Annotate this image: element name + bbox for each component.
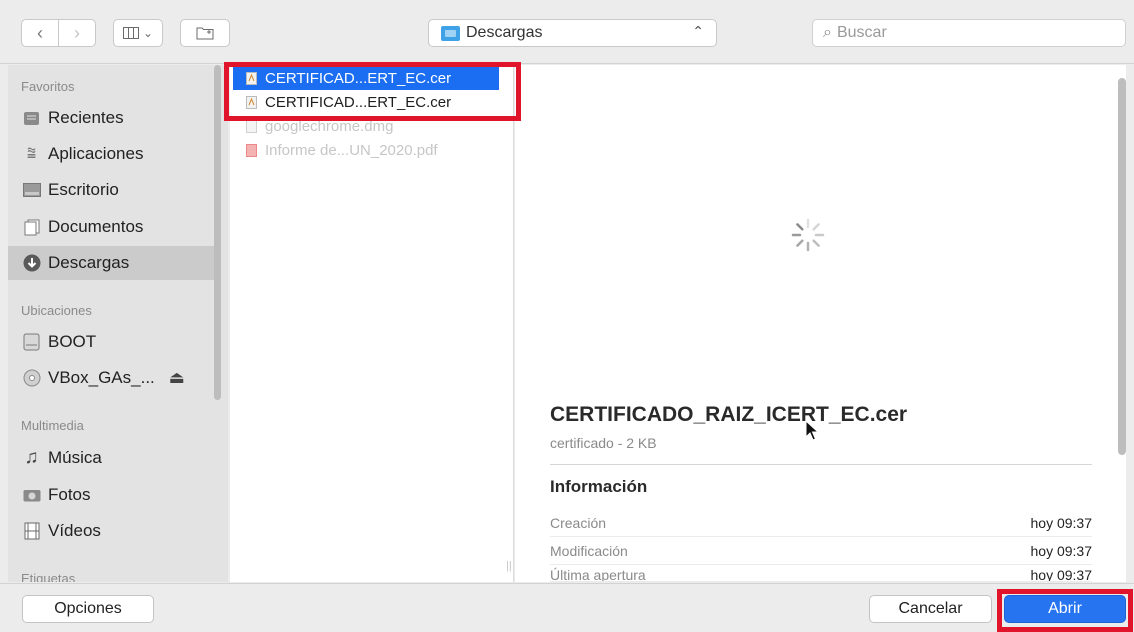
toolbar: ‹ › ⌄ Descargas ⌃ ⌕ Buscar bbox=[0, 0, 1134, 64]
file-column: CERTIFICAD...ERT_EC.cer CERTIFICAD...ERT… bbox=[230, 65, 514, 582]
sidebar-item-musica[interactable]: ♫ Música bbox=[21, 441, 217, 475]
certificate-file-icon bbox=[245, 96, 257, 110]
sidebar-item-label: Recientes bbox=[48, 108, 124, 127]
info-value: hoy 09:37 bbox=[1030, 514, 1093, 531]
file-name: googlechrome.dmg bbox=[265, 118, 394, 135]
view-mode-button[interactable]: ⌄ bbox=[113, 19, 163, 47]
loading-spinner-icon bbox=[791, 218, 825, 252]
info-value: hoy 09:37 bbox=[1030, 542, 1093, 559]
applications-icon: ⩰ bbox=[26, 145, 37, 162]
disk-image-file-icon bbox=[245, 120, 257, 134]
file-row: googlechrome.dmg bbox=[233, 115, 499, 138]
sidebar-section-ubicaciones: Ubicaciones bbox=[21, 303, 92, 318]
search-icon: ⌕ bbox=[823, 24, 832, 41]
file-row[interactable]: CERTIFICAD...ERT_EC.cer bbox=[233, 67, 499, 90]
sidebar-item-label: BOOT bbox=[48, 332, 97, 351]
sidebar-item-videos[interactable]: Vídeos bbox=[21, 514, 217, 548]
sidebar-item-label: Escritorio bbox=[48, 180, 119, 199]
sidebar-item-recientes[interactable]: Recientes bbox=[21, 101, 217, 135]
file-row[interactable]: CERTIFICAD...ERT_EC.cer bbox=[233, 91, 499, 114]
preview-pane: CERTIFICADO_RAIZ_ICERT_EC.cer certificad… bbox=[515, 65, 1126, 582]
sidebar-item-documentos[interactable]: Documentos bbox=[21, 210, 217, 244]
desktop-icon bbox=[21, 181, 42, 199]
preview-filename: CERTIFICADO_RAIZ_ICERT_EC.cer bbox=[550, 403, 908, 426]
back-button[interactable]: ‹ bbox=[22, 20, 58, 46]
options-button[interactable]: Opciones bbox=[22, 595, 154, 623]
folder-icon bbox=[441, 25, 460, 41]
pdf-file-icon bbox=[245, 144, 257, 158]
sidebar-item-escritorio[interactable]: Escritorio bbox=[21, 173, 217, 207]
sidebar-item-descargas[interactable]: Descargas bbox=[8, 246, 214, 280]
sidebar-item-fotos[interactable]: Fotos bbox=[21, 478, 217, 512]
file-name: Informe de...UN_2020.pdf bbox=[265, 142, 438, 159]
disk-icon bbox=[21, 333, 42, 351]
column-resize-handle[interactable]: || bbox=[506, 560, 512, 572]
location-popup[interactable]: Descargas ⌃ bbox=[428, 19, 717, 47]
info-row: Última apertura hoy 09:37 bbox=[550, 565, 1092, 582]
sidebar-item-label: Fotos bbox=[48, 485, 91, 504]
file-name: CERTIFICAD...ERT_EC.cer bbox=[265, 70, 452, 87]
sidebar-item-label: Aplicaciones bbox=[48, 144, 144, 163]
cd-icon bbox=[21, 369, 42, 387]
info-key: Última apertura bbox=[550, 567, 646, 582]
chevron-down-icon: ⌄ bbox=[142, 26, 154, 40]
chevron-left-icon: ‹ bbox=[37, 22, 43, 43]
new-folder-icon bbox=[196, 27, 214, 40]
downloads-icon bbox=[21, 254, 42, 272]
sidebar-scrollbar[interactable] bbox=[214, 65, 221, 400]
sidebar-item-label: Documentos bbox=[48, 217, 144, 236]
info-heading: Información bbox=[550, 477, 648, 496]
location-label: Descargas bbox=[466, 24, 543, 41]
recents-icon bbox=[21, 109, 42, 127]
cancel-button[interactable]: Cancelar bbox=[869, 595, 992, 623]
mouse-cursor-icon bbox=[805, 420, 819, 441]
certificate-file-icon bbox=[245, 72, 257, 86]
forward-button[interactable]: › bbox=[58, 20, 95, 46]
sidebar-item-boot[interactable]: BOOT bbox=[21, 325, 217, 359]
music-icon: ♫ bbox=[24, 447, 39, 468]
info-row: Creación hoy 09:37 bbox=[550, 509, 1092, 537]
nav-buttons: ‹ › bbox=[21, 19, 96, 47]
sidebar-item-label: Descargas bbox=[48, 253, 130, 272]
sidebar-section-multimedia: Multimedia bbox=[21, 418, 84, 433]
eject-icon[interactable]: ⏏ bbox=[169, 368, 185, 388]
info-key: Modificación bbox=[550, 542, 628, 559]
new-folder-button[interactable] bbox=[180, 19, 230, 47]
divider bbox=[550, 464, 1092, 465]
search-field[interactable]: ⌕ Buscar bbox=[812, 19, 1126, 47]
chevron-right-icon: › bbox=[74, 22, 80, 43]
sidebar-item-label: VBox_GAs_... bbox=[48, 368, 155, 387]
sidebar-section-etiquetas: Etiquetas bbox=[21, 571, 76, 582]
sidebar-item-vbox[interactable]: VBox_GAs_... ⏏ bbox=[21, 361, 217, 395]
info-key: Creación bbox=[550, 514, 607, 531]
sidebar-item-label: Vídeos bbox=[48, 521, 101, 540]
documents-icon bbox=[21, 218, 42, 236]
search-placeholder: Buscar bbox=[836, 24, 887, 41]
videos-icon bbox=[21, 522, 42, 540]
open-button[interactable]: Abrir bbox=[1004, 595, 1126, 623]
sidebar-item-aplicaciones[interactable]: ⩰ Aplicaciones bbox=[21, 137, 217, 171]
photos-icon bbox=[21, 486, 42, 504]
preview-scrollbar[interactable] bbox=[1118, 78, 1126, 455]
bottom-bar: Opciones Cancelar Abrir bbox=[0, 583, 1134, 632]
info-value: hoy 09:37 bbox=[1030, 567, 1093, 582]
preview-kind: certificado - 2 KB bbox=[550, 435, 657, 451]
sidebar: Favoritos Recientes ⩰ Aplicaciones Escri… bbox=[8, 65, 228, 582]
columns-view-icon bbox=[122, 27, 139, 39]
file-row: Informe de...UN_2020.pdf bbox=[233, 139, 499, 162]
file-name: CERTIFICAD...ERT_EC.cer bbox=[265, 94, 452, 111]
sidebar-section-favoritos: Favoritos bbox=[21, 79, 75, 94]
sidebar-item-label: Música bbox=[48, 448, 102, 467]
info-row: Modificación hoy 09:37 bbox=[550, 537, 1092, 565]
updown-arrows-icon: ⌃ bbox=[692, 23, 704, 39]
